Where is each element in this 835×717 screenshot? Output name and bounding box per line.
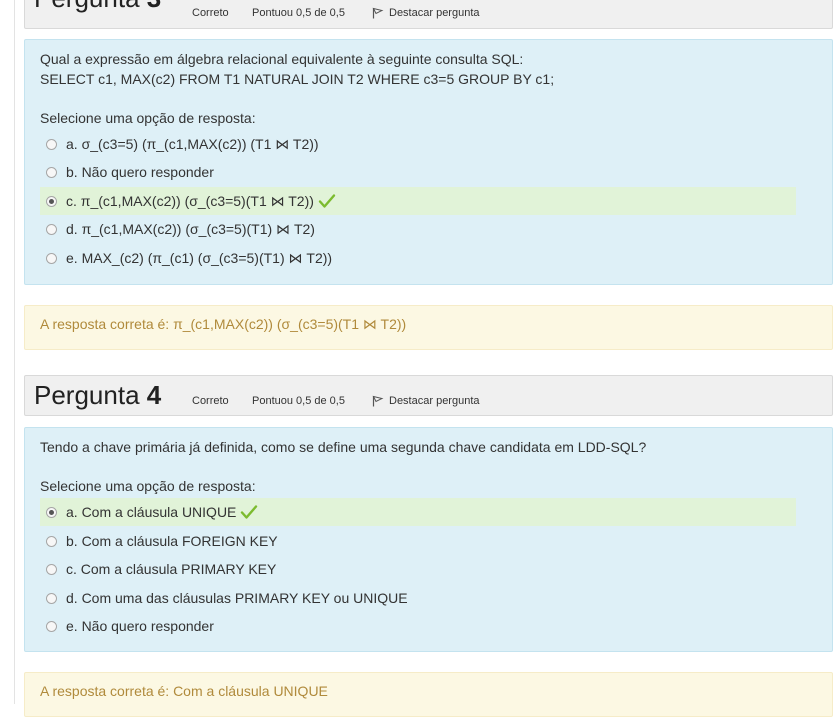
q4-option-c[interactable]: c. Com a cláusula PRIMARY KEY (40, 555, 796, 583)
question-4-title: Pergunta 4 (34, 380, 162, 410)
question-3-score: Pontuou 0,5 de 0,5 (252, 7, 345, 19)
q3-option-a[interactable]: a. σ_(c3=5) (π_(c1,MAX(c2)) (T1 ⋈ T2)) (40, 130, 796, 158)
question-4-header: Pergunta 4 Correto Pontuou 0,5 de 0,5 De… (24, 375, 833, 416)
radio-button-selected[interactable] (46, 195, 57, 207)
correct-check-icon (318, 193, 336, 209)
question-3-feedback: A resposta correta é: π_(c1,MAX(c2)) (σ_… (24, 305, 833, 350)
question-4-score: Pontuou 0,5 de 0,5 (252, 395, 345, 407)
q4-option-a-selected[interactable]: a. Com a cláusula UNIQUE (40, 498, 796, 526)
question-4-feedback: A resposta correta é: Com a cláusula UNI… (24, 672, 833, 717)
correct-check-icon (240, 504, 258, 520)
question-3-flag-button[interactable]: Destacar pergunta (372, 7, 480, 19)
q4-option-b[interactable]: b. Com a cláusula FOREIGN KEY (40, 527, 796, 555)
radio-button[interactable] (46, 620, 57, 632)
question-4-prompt: Selecione uma opção de resposta: (40, 478, 256, 494)
radio-button[interactable] (46, 166, 57, 178)
question-4-form: Tendo a chave primária já definida, como… (24, 427, 833, 652)
q3-option-e[interactable]: e. MAX_(c2) (π_(c1) (σ_(c3=5)(T1) ⋈ T2)) (40, 244, 796, 272)
q4-option-e[interactable]: e. Não quero responder (40, 612, 796, 640)
radio-button-selected[interactable] (46, 506, 57, 518)
question-3-status: Correto (192, 7, 229, 19)
question-3-text: Qual a expressão em álgebra relacional e… (40, 51, 555, 87)
radio-button[interactable] (46, 535, 57, 547)
q4-option-d[interactable]: d. Com uma das cláusulas PRIMARY KEY ou … (40, 584, 796, 612)
radio-button[interactable] (46, 563, 57, 575)
flag-icon (372, 395, 384, 407)
radio-button[interactable] (46, 223, 57, 235)
question-3-title: Pergunta 3 (34, 0, 161, 14)
page-left-border (14, 0, 15, 704)
q3-option-c-selected[interactable]: c. π_(c1,MAX(c2)) (σ_(c3=5)(T1 ⋈ T2)) (40, 187, 796, 215)
question-3: Pergunta 3 Correto Pontuou 0,5 de 0,5 De… (24, 0, 833, 350)
question-4-flag-button[interactable]: Destacar pergunta (372, 395, 480, 407)
question-4-text: Tendo a chave primária já definida, como… (40, 439, 647, 455)
q3-option-b[interactable]: b. Não quero responder (40, 158, 796, 186)
radio-button[interactable] (46, 252, 57, 264)
question-3-prompt: Selecione uma opção de resposta: (40, 110, 256, 126)
flag-icon (372, 7, 384, 19)
radio-button[interactable] (46, 592, 57, 604)
question-3-header: Pergunta 3 Correto Pontuou 0,5 de 0,5 De… (24, 0, 833, 29)
radio-button[interactable] (46, 138, 57, 150)
question-4-status: Correto (192, 395, 229, 407)
question-4: Pergunta 4 Correto Pontuou 0,5 de 0,5 De… (24, 375, 833, 717)
q3-option-d[interactable]: d. π_(c1,MAX(c2)) (σ_(c3=5)(T1) ⋈ T2) (40, 215, 796, 243)
question-3-form: Qual a expressão em álgebra relacional e… (24, 39, 833, 285)
